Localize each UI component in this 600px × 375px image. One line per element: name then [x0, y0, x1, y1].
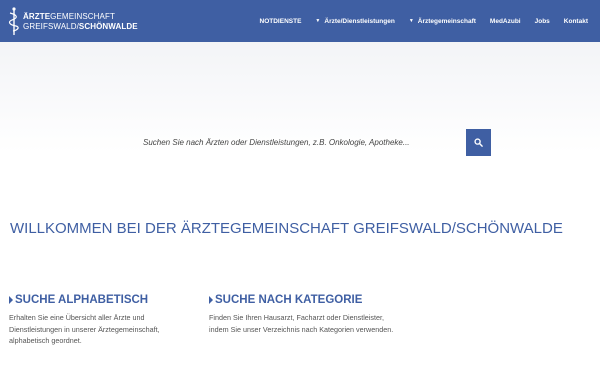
caret-down-icon: ▼: [408, 18, 414, 24]
caduceus-icon: [8, 7, 19, 35]
search-button[interactable]: [466, 129, 491, 156]
alphabetical-search-section: SUCHE ALPHABETISCH Erhalten Sie eine Übe…: [9, 294, 194, 347]
page-title: WILLKOMMEN BEI DER ÄRZTEGEMEINSCHAFT GRE…: [10, 220, 563, 237]
search-bar: [140, 129, 491, 156]
site-logo[interactable]: ÄRZTEGEMEINSCHAFT GREIFSWALD/SCHÖNWALDE: [6, 6, 138, 36]
nav-notdienste[interactable]: NOTDIENSTE: [260, 18, 302, 25]
nav-kontakt[interactable]: Kontakt: [564, 18, 588, 25]
category-search-description: Finden Sie Ihren Hausarzt, Facharzt oder…: [209, 313, 394, 334]
category-search-link[interactable]: SUCHE NACH KATEGORIE: [209, 294, 394, 306]
search-icon: [474, 138, 483, 147]
nav-aerztegemeinschaft[interactable]: ▼ Ärztegemeinschaft: [409, 18, 476, 25]
arrow-right-icon: [9, 296, 13, 304]
site-header: ÄRZTEGEMEINSCHAFT GREIFSWALD/SCHÖNWALDE …: [0, 0, 600, 42]
alphabetical-search-description: Erhalten Sie eine Übersicht aller Ärzte …: [9, 313, 160, 345]
alphabetical-search-link[interactable]: SUCHE ALPHABETISCH: [9, 294, 194, 306]
arrow-right-icon: [209, 296, 213, 304]
nav-medazubi[interactable]: MedAzubi: [490, 18, 521, 25]
main-nav: NOTDIENSTE ▼ Ärzte/Dienstleistungen ▼ Ärzt…: [260, 0, 588, 42]
search-input[interactable]: [140, 129, 462, 156]
nav-aerzte-dienstleistungen[interactable]: ▼ Ärzte/Dienstleistungen: [315, 18, 394, 25]
nav-jobs[interactable]: Jobs: [535, 18, 550, 25]
logo-line-1: ÄRZTEGEMEINSCHAFT: [23, 12, 115, 21]
caret-down-icon: ▼: [315, 18, 321, 24]
hero-banner: [0, 42, 600, 200]
logo-line-2: GREIFSWALD/SCHÖNWALDE: [23, 22, 138, 31]
category-search-section: SUCHE NACH KATEGORIE Finden Sie Ihren Ha…: [209, 294, 394, 335]
